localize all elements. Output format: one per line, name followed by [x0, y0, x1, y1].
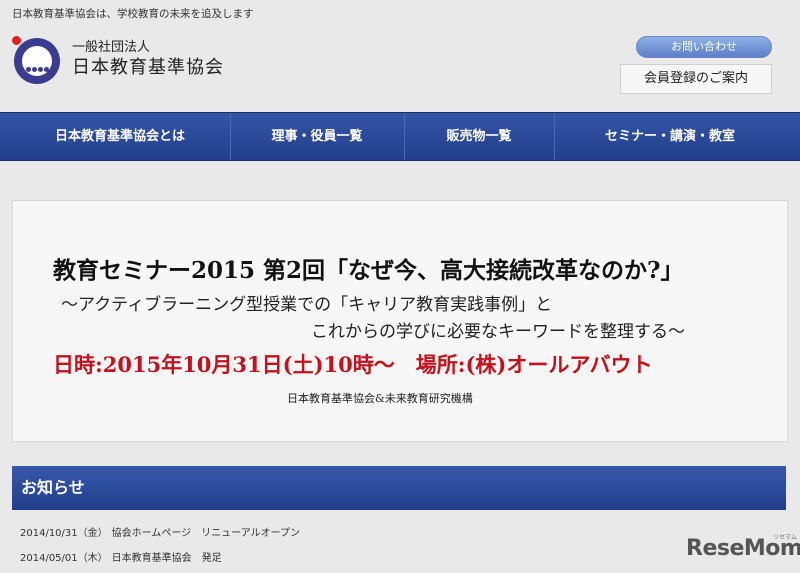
- news-header: お知らせ: [12, 466, 786, 510]
- logo-red-dot-icon: [12, 36, 21, 45]
- news-item[interactable]: 2014/10/31（金） 協会ホームページ リニューアルオープン: [20, 524, 304, 539]
- news-text: 協会ホームページ リニューアルオープン: [111, 528, 301, 539]
- main-nav: 日本教育基準協会とは 理事・役員一覧 販売物一覧 セミナー・講演・教室: [0, 112, 800, 161]
- news-text: 日本教育基準協会 発足: [111, 553, 222, 564]
- banner-organizers: 日本教育基準協会&未来教育研究機構: [287, 392, 473, 405]
- nav-item-seminars[interactable]: セミナー・講演・教室: [560, 113, 780, 160]
- nav-item-products[interactable]: 販売物一覧: [406, 113, 552, 160]
- contact-button[interactable]: お問い合わせ: [636, 36, 772, 58]
- banner-date-place: 日時:2015年10月31日(土)10時〜 場所:(株)オールアバウト: [53, 352, 653, 377]
- nav-divider: [404, 113, 405, 160]
- news-date: 2014/10/31（金）: [20, 528, 108, 539]
- watermark-small: リセマム: [773, 534, 798, 541]
- banner-subtitle-line2: これからの学びに必要なキーワードを整理する〜: [311, 322, 685, 342]
- member-registration-button[interactable]: 会員登録のご案内: [620, 64, 772, 94]
- nav-divider: [230, 113, 231, 160]
- tagline: 日本教育基準協会は、学校教育の未来を追及します: [12, 8, 254, 20]
- org-name[interactable]: 日本教育基準協会: [72, 53, 224, 79]
- news-title: お知らせ: [21, 478, 85, 497]
- nav-item-about[interactable]: 日本教育基準協会とは: [20, 113, 220, 160]
- banner-title: 教育セミナー2015 第2回「なぜ今、高大接続改革なのか?」: [53, 257, 684, 284]
- news-item[interactable]: 2014/05/01（木） 日本教育基準協会 発足: [20, 549, 226, 564]
- banner-subtitle-line1: 〜アクティブラーニング型授業での「キャリア教育実践事例」と: [61, 295, 553, 315]
- nav-divider: [554, 113, 555, 160]
- logo-dots-icon: [26, 57, 50, 72]
- nav-item-board[interactable]: 理事・役員一覧: [232, 113, 402, 160]
- news-date: 2014/05/01（木）: [20, 553, 108, 564]
- seminar-banner[interactable]: 教育セミナー2015 第2回「なぜ今、高大接続改革なのか?」 〜アクティブラーニ…: [12, 200, 788, 442]
